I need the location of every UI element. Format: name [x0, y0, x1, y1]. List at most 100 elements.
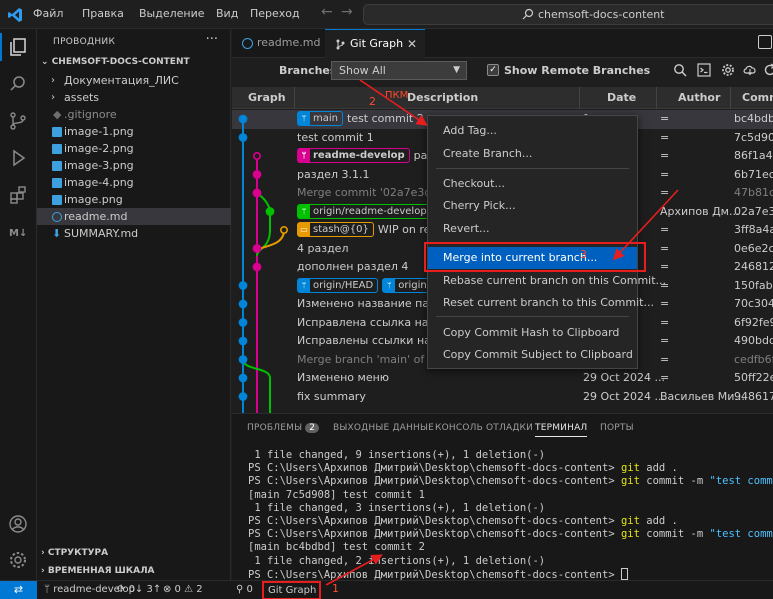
column-date[interactable]: Date — [607, 91, 636, 104]
ports-status[interactable]: ⚲ 0 — [236, 584, 253, 595]
back-arrow-icon[interactable]: ← — [321, 4, 333, 20]
commit-node[interactable] — [252, 244, 262, 253]
menu-view[interactable]: Вид — [216, 7, 238, 20]
run-debug-icon[interactable] — [8, 148, 28, 168]
panel-tab-problems[interactable]: ПРОБЛЕМЫ 2 — [247, 423, 320, 433]
panel-tab-ports[interactable]: ПОРТЫ — [600, 423, 634, 433]
menu-go[interactable]: Переход — [250, 7, 300, 20]
branch-ref-badge[interactable]: ᛘ origin/readme-develop — [297, 203, 432, 219]
column-graph[interactable]: Graph — [248, 91, 286, 104]
context-menu-item[interactable]: Add Tag... — [428, 120, 637, 142]
refresh-icon[interactable] — [763, 63, 773, 77]
commit-node[interactable] — [238, 355, 248, 364]
settings-gear-icon[interactable] — [721, 63, 735, 77]
tree-folder-docs[interactable]: › Документация_ЛИС — [37, 72, 231, 89]
commit-row[interactable]: fix summary 29 Oct 2024 ... Васильев Ми...… — [232, 388, 773, 407]
commit-node[interactable] — [238, 114, 248, 124]
explorer-icon[interactable] — [8, 37, 28, 57]
column-divider[interactable] — [579, 87, 580, 109]
tree-file-image-2[interactable]: image-2.png — [37, 140, 231, 157]
outline-section[interactable]: › СТРУКТУРА — [41, 548, 108, 558]
remote-indicator-icon[interactable]: ⇄ — [0, 581, 37, 599]
panel-tab-output[interactable]: ВЫХОДНЫЕ ДАННЫЕ — [333, 423, 434, 433]
more-actions-icon[interactable]: ··· — [206, 32, 218, 47]
cloud-fetch-icon[interactable] — [743, 63, 757, 77]
branch-ref-badge[interactable]: ᛘ readme-develop — [297, 148, 410, 163]
search-sidebar-icon[interactable] — [8, 74, 28, 94]
context-menu-item[interactable]: Reset current branch to this Commit... — [428, 292, 654, 314]
tree-file-image-1[interactable]: image-1.png — [37, 123, 231, 140]
commit-node[interactable] — [252, 170, 262, 179]
context-menu-item[interactable]: Create Branch... — [428, 143, 637, 165]
problems-status[interactable]: ⊗ 0 ⚠ 2 — [163, 584, 203, 595]
tab-git-graph[interactable]: Git Graph ✕ — [325, 29, 425, 58]
tree-file-image-4[interactable]: image-4.png — [37, 174, 231, 191]
commit-node[interactable] — [238, 133, 248, 142]
branches-select[interactable]: Show All ▼ — [331, 61, 467, 80]
tab-readme[interactable]: readme.md — [232, 29, 322, 58]
branch-ref-label: stash@{0} — [313, 224, 369, 235]
commit-node[interactable] — [238, 373, 248, 383]
tree-item-label: readme.md — [64, 210, 128, 223]
column-divider[interactable] — [730, 87, 731, 109]
panel-tab-terminal[interactable]: ТЕРМИНАЛ — [535, 423, 588, 437]
menu-edit[interactable]: Правка — [82, 7, 124, 20]
branch-ref-badge[interactable]: ▭ stash@{0} — [297, 222, 374, 237]
commit-hash: cedfb6f — [734, 352, 773, 366]
commit-node[interactable] — [252, 262, 262, 272]
command-center[interactable]: chemsoft-docs-content — [363, 4, 773, 25]
context-menu-item[interactable]: Checkout... — [428, 173, 637, 195]
column-commit[interactable]: Comm — [742, 91, 773, 104]
commit-node[interactable] — [252, 188, 262, 198]
commit-node[interactable] — [238, 318, 248, 327]
context-menu-item[interactable]: Revert... — [428, 218, 637, 240]
commit-node[interactable] — [252, 151, 261, 160]
context-menu-item[interactable]: Copy Commit Subject to Clipboard — [428, 344, 637, 366]
explorer-header: ПРОВОДНИК — [53, 37, 116, 47]
settings-gear-icon[interactable] — [8, 550, 28, 570]
column-description[interactable]: Description — [407, 91, 478, 104]
tree-folder-assets[interactable]: › assets — [37, 89, 231, 106]
source-control-icon[interactable] — [8, 111, 28, 131]
commit-node[interactable] — [238, 392, 248, 401]
branch-ref-label: main — [313, 113, 338, 124]
account-icon[interactable] — [8, 514, 28, 534]
column-divider[interactable] — [656, 87, 657, 109]
forward-arrow-icon[interactable]: → — [341, 4, 353, 20]
show-remote-checkbox[interactable]: ✓ — [487, 64, 499, 76]
extensions-icon[interactable] — [8, 185, 28, 205]
tree-file-summary[interactable]: ⬇ SUMMARY.md — [37, 225, 231, 242]
context-menu-item[interactable]: Cherry Pick... — [428, 195, 637, 217]
commit-hash: 7c5d908 — [734, 130, 773, 144]
split-editor-icon[interactable] — [758, 35, 772, 49]
branch-ref-label: origin/readme-develop — [313, 205, 427, 217]
close-icon[interactable]: ✕ — [407, 30, 417, 58]
search-icon[interactable] — [673, 63, 687, 77]
commit-row[interactable]: Изменено меню 29 Oct 2024 ... = 50ff22e — [232, 369, 773, 388]
tree-file-image-3[interactable]: image-3.png — [37, 157, 231, 174]
commit-node[interactable] — [238, 299, 248, 309]
panel-tab-debug-console[interactable]: КОНСОЛЬ ОТЛАДКИ — [435, 423, 533, 433]
context-menu-item[interactable]: Copy Commit Hash to Clipboard — [428, 322, 637, 344]
branch-ref-badge[interactable]: ᛘ main — [297, 111, 343, 126]
sync-status[interactable]: ⟳ 0↓ 3↑ — [117, 584, 161, 595]
tree-file-gitignore[interactable]: ◆ .gitignore — [37, 106, 231, 123]
column-divider[interactable] — [294, 87, 295, 109]
context-menu-item[interactable]: Rebase current branch on this Commit... — [428, 270, 666, 292]
commit-node[interactable] — [238, 281, 248, 290]
branch-ref-badge[interactable]: ᛘ origin/HEAD — [297, 277, 379, 293]
git-graph-status-button[interactable]: Git Graph — [262, 581, 321, 599]
tree-file-readme[interactable]: readme.md — [37, 208, 231, 225]
timeline-section[interactable]: › ВРЕМЕННАЯ ШКАЛА — [41, 566, 155, 576]
commit-node[interactable] — [265, 207, 275, 216]
terminal-icon[interactable] — [697, 63, 711, 77]
column-author[interactable]: Author — [678, 91, 720, 104]
menu-selection[interactable]: Выделение — [139, 7, 205, 20]
tree-file-image[interactable]: image.png — [37, 191, 231, 208]
stash-node[interactable] — [279, 226, 288, 235]
commit-node[interactable] — [238, 336, 248, 346]
menu-file[interactable]: Файл — [33, 7, 63, 20]
markdown-icon[interactable]: M↓ — [8, 222, 28, 242]
annotation-step-1: 1 — [332, 582, 339, 595]
workspace-section[interactable]: ⌄ CHEMSOFT-DOCS-CONTENT — [41, 57, 190, 67]
